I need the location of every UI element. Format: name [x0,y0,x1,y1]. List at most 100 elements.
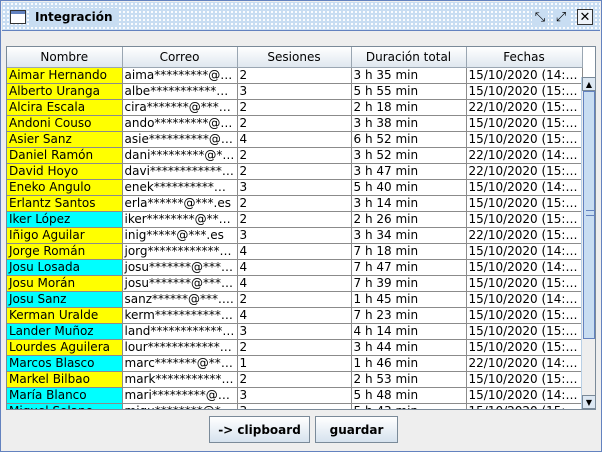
cell-sesiones[interactable]: 2 [237,163,352,180]
table-row[interactable]: Iñigo Aguilar inig*****@***.es 3 3 h 34 min… [7,227,583,244]
cell-duracion[interactable]: 4 h 14 min [351,323,467,340]
table-row[interactable]: Alberto Urangaalbe***********@***...35 h… [7,83,583,100]
cell-fechas[interactable]: 15/10/2020 (14:59... [466,259,583,276]
cell-correo[interactable]: albe***********@***... [122,83,238,100]
cell-sesiones[interactable]: 2 [237,339,352,356]
cell-fechas[interactable]: 15/10/2020 (15:11... [466,403,583,409]
table-row[interactable]: Andoni Cousoando*********@***...23 h 38 … [7,115,583,132]
cell-nombre[interactable]: Jorge Román [7,243,123,260]
cell-nombre[interactable]: Markel Bilbao [7,371,123,388]
cell-fechas[interactable]: 15/10/2020 (14:59... [466,243,583,260]
cell-sesiones[interactable]: 4 [237,307,352,324]
scroll-down-icon[interactable]: ▼ [582,395,596,409]
cell-sesiones[interactable]: 4 [237,275,352,292]
cell-fechas[interactable]: 15/10/2020 (14:59... [466,387,583,404]
close-icon[interactable]: ✕ [577,9,593,25]
table-row[interactable]: Josu Losada josu*******@***.es 4 7 h 47 min… [7,259,583,276]
cell-duracion[interactable]: 7 h 39 min [351,275,467,292]
cell-fechas[interactable]: 15/10/2020 (15:06... [466,339,583,356]
cell-correo[interactable]: mark************@***... [122,371,238,388]
cell-nombre[interactable]: Andoni Couso [7,115,123,132]
cell-correo[interactable]: cira*******@***.es [122,99,238,116]
cell-sesiones[interactable]: 2 [237,371,352,388]
scrollbar-thumb[interactable] [583,91,595,339]
cell-nombre[interactable]: Josu Morán [7,275,123,292]
cell-sesiones[interactable]: 2 [237,67,352,84]
cell-nombre[interactable]: Iñigo Aguilar [7,227,123,244]
cell-correo[interactable]: enek**********@**... [122,179,238,196]
cell-nombre[interactable]: Iker López [7,211,123,228]
cell-nombre[interactable]: Eneko Angulo [7,179,123,196]
cell-correo[interactable]: ando*********@***... [122,115,238,132]
cell-correo[interactable]: jorg************@**... [122,243,238,260]
copy-to-clipboard-button[interactable]: -> clipboard [209,416,310,443]
save-button[interactable]: guardar [315,416,398,443]
cell-fechas[interactable]: 15/10/2020 (15:00... [466,307,583,324]
cell-duracion[interactable]: 3 h 52 min [351,147,467,164]
cell-sesiones[interactable]: 3 [237,179,352,196]
cell-duracion[interactable]: 1 h 45 min [351,291,467,308]
cell-sesiones[interactable]: 2 [237,291,352,308]
cell-sesiones[interactable]: 2 [237,195,352,212]
cell-duracion[interactable]: 3 h 34 min [351,227,467,244]
scroll-up-icon[interactable]: ▲ [582,77,596,91]
cell-fechas[interactable]: 15/10/2020 (14:59... [466,179,583,196]
table-row[interactable]: David Hoyodavi*************@...23 h 47 m… [7,163,583,180]
cell-nombre[interactable]: Marcos Blasco [7,355,123,372]
cell-correo[interactable]: iker********@***.es [122,211,238,228]
cell-duracion[interactable]: 7 h 23 min [351,307,467,324]
table-row[interactable]: Eneko Angulo enek**********@**... 3 5 h 40 … [7,179,583,196]
cell-sesiones[interactable]: 2 [237,211,352,228]
column-header-duracion[interactable]: Duración total [351,47,467,68]
cell-correo[interactable]: marc*******@***.es [122,355,238,372]
cell-nombre[interactable]: Aimar Hernando [7,67,123,84]
cell-duracion[interactable]: 7 h 47 min [351,259,467,276]
cell-fechas[interactable]: 15/10/2020 (15:01... [466,275,583,292]
cell-nombre[interactable]: Lourdes Aguilera [7,339,123,356]
cell-nombre[interactable]: Daniel Ramón [7,147,123,164]
cell-fechas[interactable]: 15/10/2020 (15:14... [466,323,583,340]
cell-duracion[interactable]: 5 h 55 min [351,83,467,100]
cell-fechas[interactable]: 22/10/2020 (15:05... [466,163,583,180]
cell-correo[interactable]: erla******@***.es [122,195,238,212]
table-row[interactable]: Erlantz Santos erla******@***.es 2 3 h 14 m… [7,195,583,212]
cell-correo[interactable]: aima*********@***... [122,67,238,84]
cell-duracion[interactable]: 5 h 48 min [351,387,467,404]
cell-correo[interactable]: josu*******@***.es [122,275,238,292]
cell-correo[interactable]: asie**********@***... [122,131,238,148]
column-header-correo[interactable]: Correo [122,47,238,68]
table-row[interactable]: Josu Sanz sanz******@***.es 2 1 h 45 min 15/… [7,291,583,308]
vertical-scrollbar[interactable]: ▲ ▼ [581,77,596,409]
column-header-sesiones[interactable]: Sesiones [237,47,352,68]
cell-nombre[interactable]: Lander Muñoz [7,323,123,340]
cell-nombre[interactable]: Josu Losada [7,259,123,276]
table-row[interactable]: María Blanco mari*********@***... 3 5 h 48 … [7,387,583,404]
maximize-icon[interactable]: ⤢ [553,9,569,25]
cell-duracion[interactable]: 2 h 18 min [351,99,467,116]
cell-fechas[interactable]: 15/10/2020 (14:58... [466,291,583,308]
cell-duracion[interactable]: 2 h 26 min [351,211,467,228]
cell-sesiones[interactable]: 1 [237,355,352,372]
cell-nombre[interactable]: David Hoyo [7,163,123,180]
cell-nombre[interactable]: Alcira Escala [7,99,123,116]
table-row[interactable]: Alcira Escala cira*******@***.es 2 2 h 18 m… [7,99,583,116]
table-row[interactable]: Iker López iker********@***.es 2 2 h 26 min… [7,211,583,228]
cell-fechas[interactable]: 15/10/2020 (15:06... [466,83,583,100]
cell-nombre[interactable]: Josu Sanz [7,291,123,308]
cell-sesiones[interactable]: 4 [237,243,352,260]
cell-duracion[interactable]: 5 h 43 min [351,403,467,409]
table-row[interactable]: Asier Sanzasie**********@***...46 h 52 m… [7,131,583,148]
cell-sesiones[interactable]: 3 [237,387,352,404]
cell-correo[interactable]: josu*******@***.es [122,259,238,276]
column-header-nombre[interactable]: Nombre [7,47,123,68]
cell-nombre[interactable]: Asier Sanz [7,131,123,148]
table-row[interactable]: Daniel Ramón dani*********@***... 2 3 h 52 … [7,147,583,164]
cell-duracion[interactable]: 3 h 44 min [351,339,467,356]
cell-nombre[interactable]: Alberto Uranga [7,83,123,100]
title-bar[interactable]: Integración ⤡ ⤢ ✕ [2,2,600,31]
cell-sesiones[interactable]: 4 [237,259,352,276]
cell-correo[interactable]: lour*************@... [122,339,238,356]
cell-fechas[interactable]: 22/10/2020 (14:58... [466,147,583,164]
table-row[interactable]: Marcos Blasco marc*******@***.es 1 1 h 46 m… [7,355,583,372]
cell-fechas[interactable]: 15/10/2020 (14:58... [466,67,583,84]
